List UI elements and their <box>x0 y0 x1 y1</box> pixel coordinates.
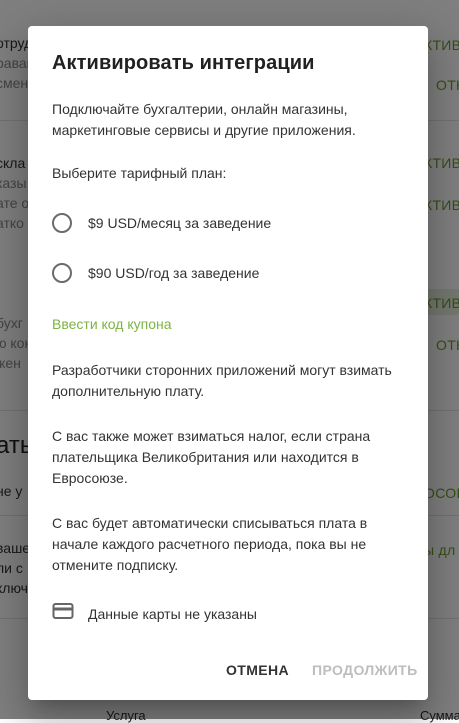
fees-notice: Разработчики сторонних приложений могут … <box>52 362 392 399</box>
tax-notice: С вас также может взиматься налог, если … <box>52 428 371 486</box>
enter-coupon-link[interactable]: Ввести код купона <box>52 316 172 332</box>
continue-button[interactable]: ПРОДОЛЖИТЬ <box>312 662 418 678</box>
plan-option-yearly[interactable]: $90 USD/год за заведение <box>52 263 259 283</box>
dialog-title: Активировать интеграции <box>52 52 315 74</box>
activate-integrations-dialog: Активировать интеграции Подключайте бухг… <box>28 26 428 700</box>
cancel-button[interactable]: ОТМЕНА <box>226 662 289 678</box>
intro-text: Подключайте бухгалтерии, онлайн магазины… <box>52 101 356 138</box>
billing-notice: С вас будет автоматически списываться пл… <box>52 515 368 573</box>
card-status-text: Данные карты не указаны <box>88 605 257 622</box>
radio-unchecked-icon[interactable] <box>52 263 72 283</box>
plan-option-monthly[interactable]: $9 USD/месяц за заведение <box>52 213 271 233</box>
plan-label: $90 USD/год за заведение <box>88 265 260 281</box>
plan-prompt: Выберите тарифный план: <box>52 165 227 181</box>
plan-label: $9 USD/месяц за заведение <box>88 215 272 231</box>
credit-card-icon <box>52 602 74 625</box>
radio-unchecked-icon[interactable] <box>52 213 72 233</box>
card-status-row: Данные карты не указаны <box>52 602 257 625</box>
